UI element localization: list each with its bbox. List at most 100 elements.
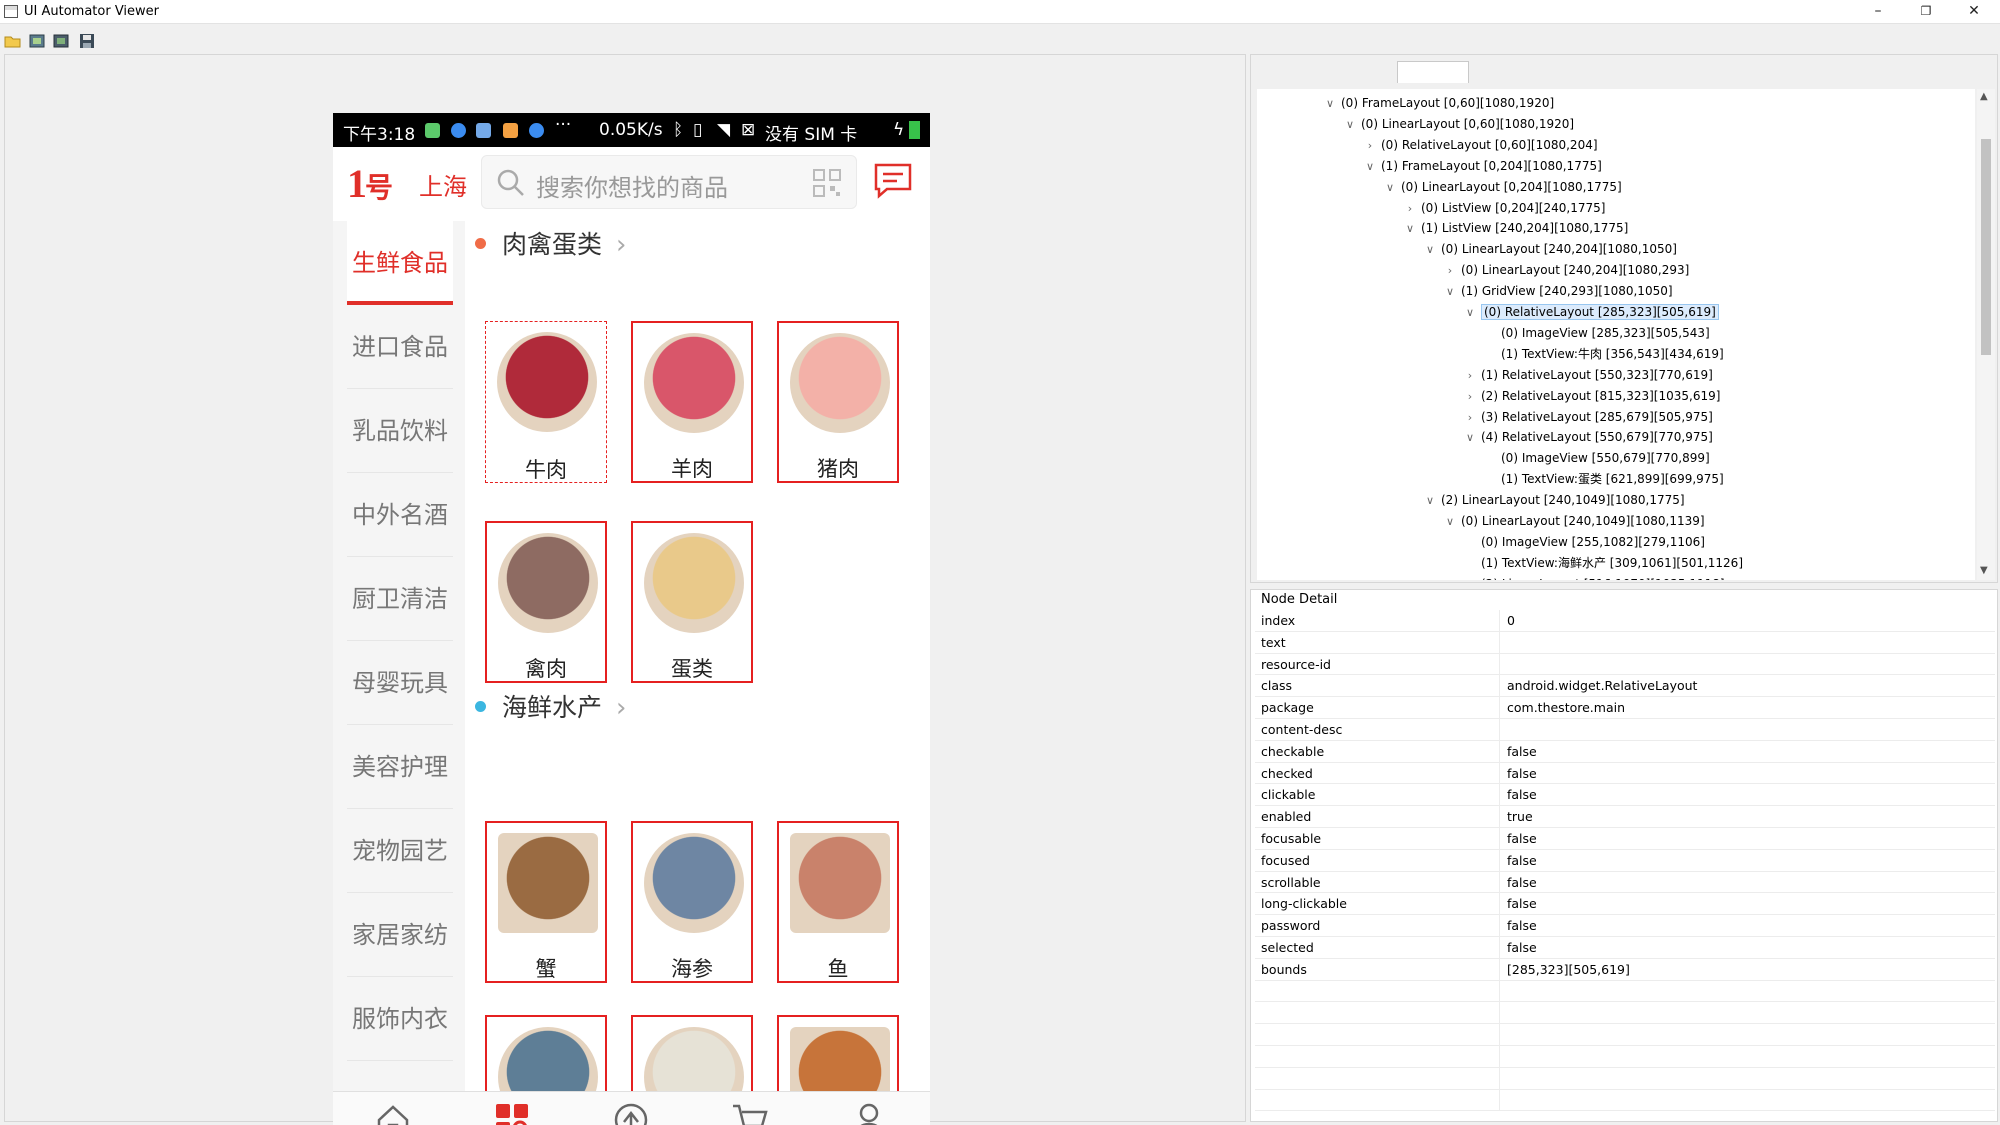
tree-node[interactable]: (0) ImageView [550,679][770,899] bbox=[1483, 448, 1710, 468]
tree-node[interactable]: ∨ (0) LinearLayout [240,1049][1080,1139] bbox=[1443, 511, 1705, 531]
chevron-down-icon[interactable]: ∨ bbox=[1323, 94, 1337, 114]
save-icon[interactable] bbox=[78, 32, 96, 50]
chevron-down-icon[interactable]: ∨ bbox=[1423, 491, 1437, 511]
detail-value[interactable]: false bbox=[1507, 766, 1537, 781]
product-tile[interactable]: 牛肉 bbox=[485, 321, 607, 483]
sidebar-item[interactable]: 家居家纺 bbox=[347, 893, 453, 977]
chevron-right-icon[interactable]: › bbox=[1463, 575, 1477, 580]
chevron-right-icon[interactable]: › bbox=[1463, 408, 1477, 428]
device-screenshot-compressed-icon[interactable] bbox=[52, 32, 70, 50]
product-tile[interactable]: 蟹 bbox=[485, 821, 607, 983]
sidebar-item[interactable]: 美容护理 bbox=[347, 725, 453, 809]
tree-node[interactable]: › (2) LinearLayout [516,1070][1035,1118] bbox=[1463, 574, 1725, 580]
detail-row[interactable]: password false bbox=[1255, 915, 1995, 937]
bottom-nav-yipintang[interactable]: 一品堂 bbox=[576, 1096, 686, 1125]
sidebar-item[interactable]: 服饰内衣 bbox=[347, 977, 453, 1061]
tree-node[interactable]: ∨ (0) FrameLayout [0,60][1080,1920] bbox=[1323, 93, 1554, 113]
detail-row[interactable] bbox=[1255, 1024, 1995, 1046]
tree-node[interactable]: ∨ (1) ListView [240,204][1080,1775] bbox=[1403, 218, 1628, 238]
open-folder-icon[interactable] bbox=[4, 32, 22, 50]
restore-button[interactable]: ❐ bbox=[1904, 0, 1948, 22]
chevron-down-icon[interactable]: ∨ bbox=[1443, 282, 1457, 302]
tree-scrollbar[interactable]: ▲ ▼ bbox=[1977, 89, 1995, 580]
detail-row[interactable]: clickable false bbox=[1255, 784, 1995, 807]
minimize-button[interactable]: – bbox=[1856, 0, 1900, 22]
detail-row[interactable] bbox=[1255, 1089, 1995, 1112]
tree-node[interactable]: (1) TextView:蛋类 [621,899][699,975] bbox=[1483, 469, 1724, 489]
chevron-right-icon[interactable]: › bbox=[1363, 136, 1377, 156]
detail-row[interactable]: package com.thestore.main bbox=[1255, 697, 1995, 719]
tree-node[interactable]: (0) ImageView [285,323][505,543] bbox=[1483, 323, 1710, 343]
city-selector[interactable]: 上海 bbox=[419, 167, 467, 202]
tree-node[interactable]: ∨ (0) LinearLayout [240,204][1080,1050] bbox=[1423, 239, 1677, 259]
tree-node[interactable]: › (1) RelativeLayout [550,323][770,619] bbox=[1463, 365, 1713, 385]
qr-scan-icon[interactable] bbox=[812, 168, 842, 198]
detail-value[interactable]: false bbox=[1507, 940, 1537, 955]
tree-node[interactable]: ∨ (1) FrameLayout [0,204][1080,1775] bbox=[1363, 156, 1602, 176]
close-button[interactable]: ✕ bbox=[1952, 0, 1996, 22]
sidebar-item[interactable]: 乳品饮料 bbox=[347, 389, 453, 473]
bottom-nav-category[interactable]: 分类 bbox=[457, 1096, 567, 1125]
tree-node[interactable]: › (0) ListView [0,204][240,1775] bbox=[1403, 198, 1606, 218]
chevron-right-icon[interactable]: › bbox=[1463, 366, 1477, 386]
tree-node[interactable]: › (0) LinearLayout [240,204][1080,293] bbox=[1443, 260, 1690, 281]
chevron-down-icon[interactable]: ∨ bbox=[1383, 178, 1397, 198]
detail-value[interactable]: false bbox=[1507, 787, 1537, 802]
detail-row[interactable] bbox=[1255, 1067, 1995, 1090]
detail-row[interactable]: content-desc bbox=[1255, 718, 1995, 741]
bottom-nav-home[interactable]: 首页 bbox=[338, 1096, 448, 1125]
detail-row[interactable]: long-clickable false bbox=[1255, 893, 1995, 916]
scroll-up-icon[interactable]: ▲ bbox=[1980, 91, 1988, 102]
detail-value[interactable]: com.thestore.main bbox=[1507, 700, 1625, 715]
detail-value[interactable]: true bbox=[1507, 809, 1533, 824]
detail-value[interactable]: false bbox=[1507, 875, 1537, 890]
chevron-down-icon[interactable]: ∨ bbox=[1443, 512, 1457, 532]
detail-row[interactable] bbox=[1255, 980, 1995, 1003]
detail-value[interactable]: false bbox=[1507, 896, 1537, 911]
chevron-right-icon[interactable]: › bbox=[616, 693, 626, 723]
detail-row[interactable] bbox=[1255, 1002, 1995, 1025]
detail-row[interactable]: enabled true bbox=[1255, 806, 1995, 828]
detail-value[interactable]: [285,323][505,619] bbox=[1507, 962, 1630, 977]
detail-value[interactable]: false bbox=[1507, 831, 1537, 846]
sidebar-item[interactable]: 生鲜食品 bbox=[347, 221, 453, 305]
scroll-down-icon[interactable]: ▼ bbox=[1980, 565, 1988, 576]
sidebar-item[interactable]: 进口食品 bbox=[347, 305, 453, 389]
tree-node[interactable]: ∨ (4) RelativeLayout [550,679][770,975] bbox=[1463, 427, 1713, 447]
detail-row[interactable]: bounds [285,323][505,619] bbox=[1255, 958, 1995, 981]
detail-row[interactable]: scrollable false bbox=[1255, 871, 1995, 894]
sidebar-item[interactable]: 母婴玩具 bbox=[347, 641, 453, 725]
detail-row[interactable]: text bbox=[1255, 631, 1995, 654]
product-tile[interactable]: 羊肉 bbox=[631, 321, 753, 483]
message-icon[interactable] bbox=[873, 161, 913, 201]
bottom-nav-profile[interactable]: 我的1号店 bbox=[814, 1096, 924, 1125]
detail-value[interactable]: false bbox=[1507, 853, 1537, 868]
tree-node[interactable]: ∨ (0) RelativeLayout [285,323][505,619] bbox=[1463, 302, 1719, 322]
detail-row[interactable]: checkable false bbox=[1255, 740, 1995, 763]
screenshot-panel[interactable]: 下午3:18 ··· 0.05K/s ᛒ ▯ ◥ ⊠ 没有 SIM 卡 ϟ 1号 bbox=[4, 54, 1246, 1125]
tree-node[interactable]: ∨ (2) LinearLayout [240,1049][1080,1775] bbox=[1423, 490, 1685, 510]
detail-row[interactable]: checked false bbox=[1255, 762, 1995, 785]
detail-row[interactable]: focusable false bbox=[1255, 827, 1995, 850]
tree-node[interactable]: (1) TextView:牛肉 [356,543][434,619] bbox=[1483, 344, 1724, 364]
detail-value[interactable]: false bbox=[1507, 744, 1537, 759]
chevron-down-icon[interactable]: ∨ bbox=[1343, 115, 1357, 135]
detail-row[interactable]: index 0 bbox=[1255, 610, 1995, 632]
hierarchy-tree[interactable]: ∨ (0) FrameLayout [0,60][1080,1920] ∨ (0) L… bbox=[1257, 89, 1975, 580]
sidebar-item[interactable]: 中外名酒 bbox=[347, 473, 453, 557]
chevron-down-icon[interactable]: ∨ bbox=[1403, 219, 1417, 239]
tree-node[interactable]: (0) ImageView [255,1082][279,1106] bbox=[1463, 532, 1705, 552]
sidebar-item[interactable]: 宠物园艺 bbox=[347, 809, 453, 893]
search-input[interactable]: 搜索你想找的商品 bbox=[481, 155, 857, 209]
chevron-right-icon[interactable]: › bbox=[1443, 261, 1457, 281]
tree-node[interactable]: ∨ (0) LinearLayout [0,204][1080,1775] bbox=[1383, 177, 1622, 197]
device-screenshot-icon[interactable] bbox=[28, 32, 46, 50]
detail-value[interactable]: 0 bbox=[1507, 613, 1515, 628]
detail-row[interactable]: selected false bbox=[1255, 936, 1995, 959]
chevron-down-icon[interactable]: ∨ bbox=[1463, 303, 1477, 323]
detail-value[interactable]: android.widget.RelativeLayout bbox=[1507, 678, 1697, 693]
detail-row[interactable]: class android.widget.RelativeLayout bbox=[1255, 675, 1995, 698]
category-header[interactable]: 肉禽蛋类 › bbox=[475, 225, 626, 261]
tree-node[interactable]: › (3) RelativeLayout [285,679][505,975] bbox=[1463, 407, 1713, 427]
tree-node[interactable]: › (2) RelativeLayout [815,323][1035,619] bbox=[1463, 386, 1721, 406]
